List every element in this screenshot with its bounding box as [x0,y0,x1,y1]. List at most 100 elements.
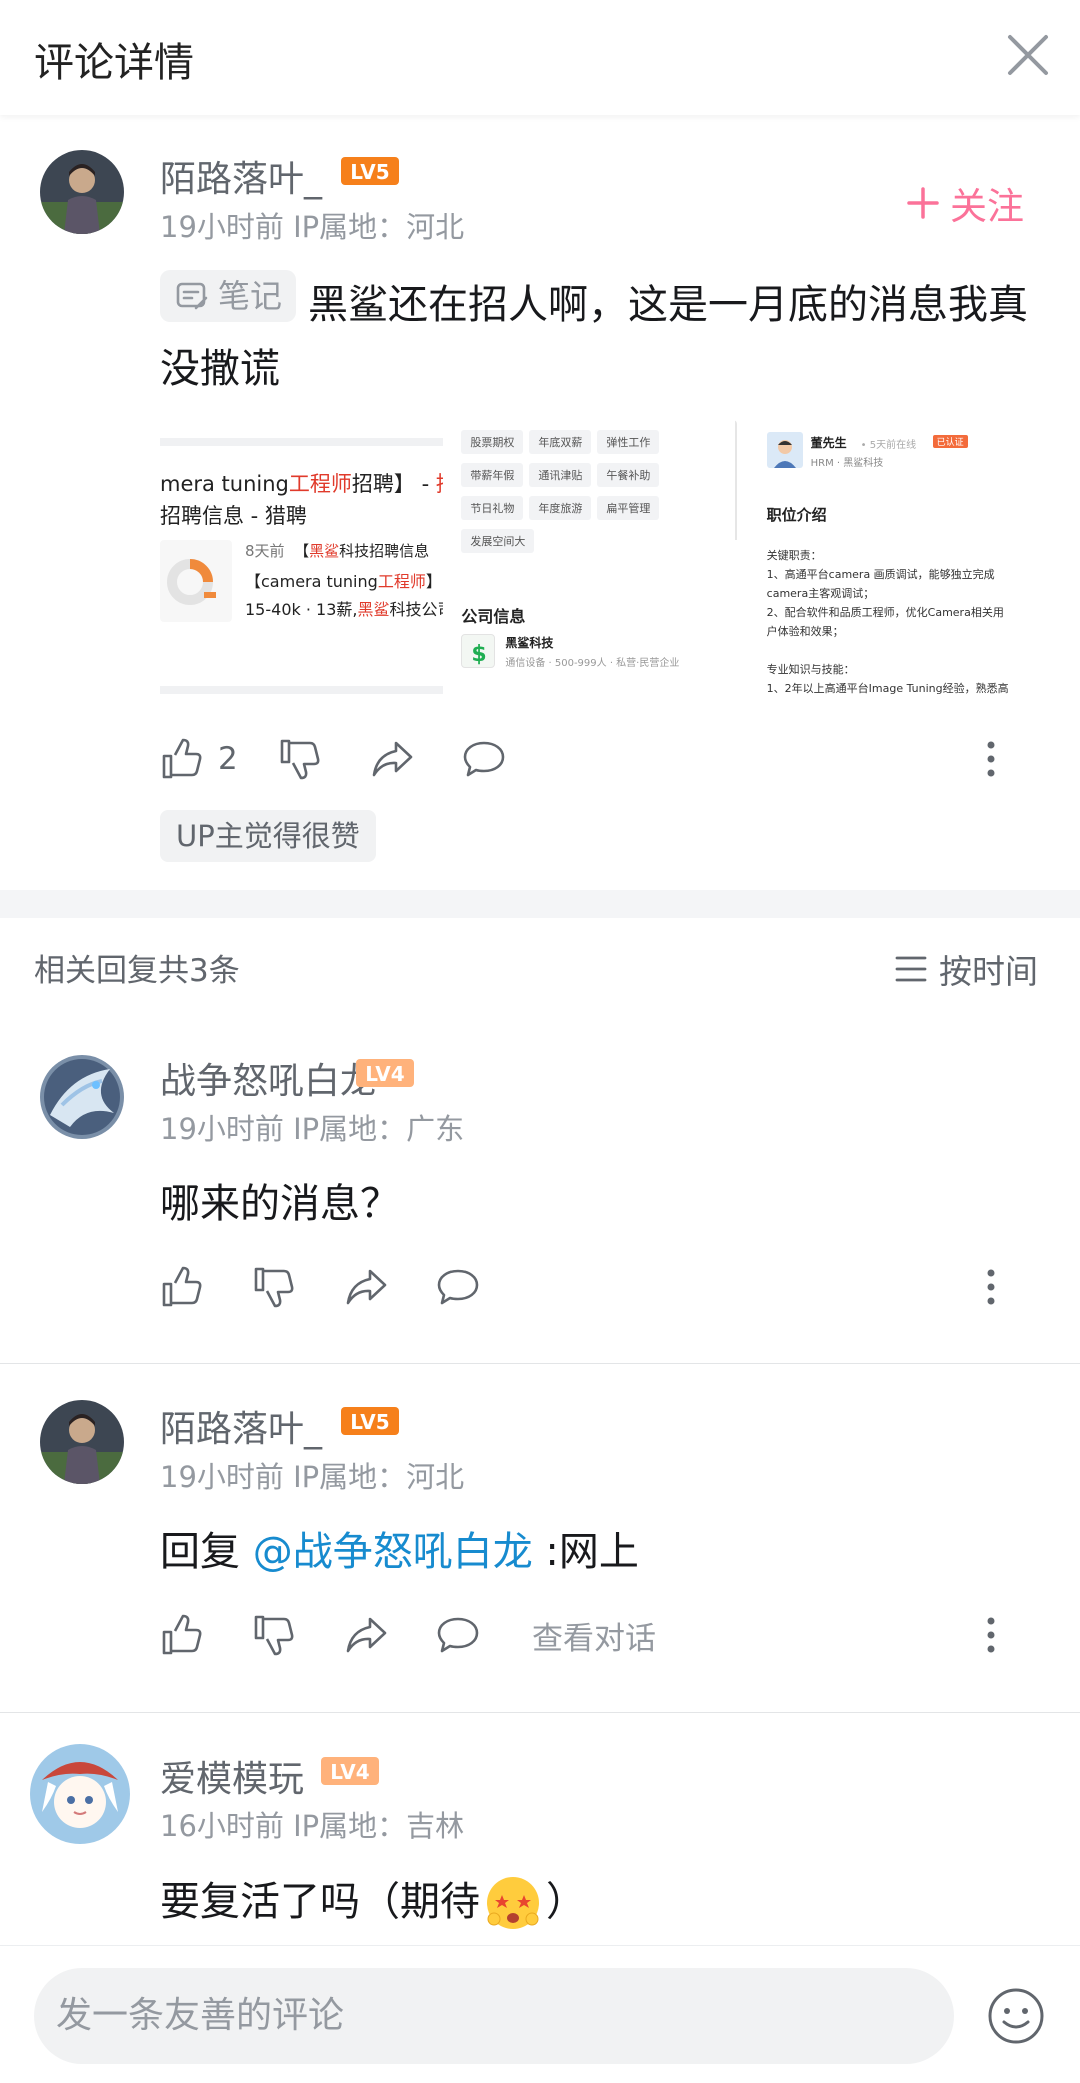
comment-images: mera tuning工程师招聘】 - 招 招聘信息 - 猎聘 8天前 【黑鲨科… [160,420,1030,698]
like-button[interactable]: 2 [160,737,238,781]
username[interactable]: 陌路落叶_ [160,150,322,202]
comment-text: 回复 @战争怒吼白龙 :网上 [160,1529,639,1575]
comment-text: 哪来的消息？ [160,1181,400,1227]
comment-input[interactable]: 发一条友善的评论 [34,1968,954,2064]
emoji-icon[interactable] [986,1986,1046,2046]
benefit-tag: 节日礼物 [461,496,524,520]
thumbs-up-icon [162,1614,202,1655]
benefit-tag: 股票期权 [461,430,524,454]
like-button[interactable] [160,1265,204,1309]
jd-line [767,641,1027,660]
share-button[interactable] [344,1265,388,1309]
jd-line: 1、2年以上高通平台Image Tuning经验，熟悉高 [766,682,1009,695]
divider [0,1712,1080,1713]
jd-line: 1、高通平台camera 画质调试，能够独立完成 [766,568,995,581]
level-badge-lv4: LV4 [356,1059,414,1087]
comment-meta: 19小时前 IP属地：河北 [160,1460,465,1494]
sort-label: 按时间 [939,952,1038,991]
share-icon [346,1269,387,1305]
avatar[interactable] [40,1400,124,1484]
comment-icon [437,1269,479,1305]
benefit-tag: 通讯津贴 [529,463,592,487]
comment-composer: 发一条友善的评论 [0,1945,1080,2083]
hr-avatar [773,440,796,468]
comment-meta: 16小时前 IP属地：吉林 [160,1809,465,1843]
avatar[interactable] [40,150,124,234]
more-icon[interactable] [976,734,1006,784]
thumbs-down-icon [254,1615,294,1656]
note-tag[interactable]: 笔记 [160,270,297,322]
thumbs-down-icon [280,739,320,780]
comment-icon [437,1617,479,1653]
like-button[interactable] [160,1613,204,1657]
like-count: 2 [218,741,238,777]
benefit-tag: 弹性工作 [597,430,660,454]
svg-text:LV5: LV5 [350,1410,389,1434]
share-icon [372,741,413,777]
image-company-benefits[interactable]: 股票期权 年底双薪 弹性工作带薪年假 通讯津贴 午餐补助节日礼物 年度旅游 扁平管理发展空间… [453,420,737,698]
benefit-tag: 扁平管理 [597,496,660,520]
image-job-description[interactable]: 董先生 • 5天前在线 已认证 HRM · 黑鲨科技 职位介绍 关键职责： 1、高… [746,420,1030,698]
section-divider [0,890,1080,918]
jd-line: 户体验和效果； [766,625,844,638]
username[interactable]: 陌路落叶_ [160,1400,322,1452]
follow-label: 关注 [950,185,1024,228]
svg-text:LV4: LV4 [365,1062,404,1086]
comment-actions: 查看对话 [160,1610,656,1660]
thumbs-up-icon [162,1266,202,1307]
up-liked-badge: UP主觉得很赞 [160,810,376,862]
avatar[interactable] [40,1055,124,1139]
more-icon[interactable] [976,1610,1006,1660]
sort-button[interactable]: 按时间 [895,945,1038,993]
jd-line: 专业知识与技能： [766,663,855,676]
comment-actions [160,1262,528,1312]
follow-button[interactable]: 关注 [906,176,1024,230]
benefit-tag: 年底双薪 [529,430,592,454]
benefit-tag: 午餐补助 [597,463,660,487]
comment-meta: 19小时前 IP属地：广东 [160,1112,465,1146]
share-icon [346,1617,387,1653]
benefit-tag: 发展空间大 [461,529,535,553]
share-button[interactable] [370,737,414,781]
excited-emoji-icon [487,1877,539,1929]
replies-count: 相关回复共3条 [34,953,240,989]
jd-line: 关键职责： [766,549,822,562]
plus-icon [907,187,939,219]
note-tag-label: 笔记 [218,277,283,315]
dislike-button[interactable] [278,737,322,781]
comment-actions: 2 [160,734,554,784]
comment-icon [463,741,505,777]
benefit-tag: 年度旅游 [529,496,592,520]
reply-button[interactable] [436,1613,480,1657]
level-badge-lv5: LV5 [341,1407,399,1435]
divider [0,1363,1080,1364]
reply-button[interactable] [462,737,506,781]
jd-line: camera主客观调试； [766,587,875,600]
comment-text: 要复活了吗（期待 ） [160,1870,586,1934]
list-icon [895,956,927,982]
view-conversation-link[interactable]: 查看对话 [532,1613,656,1658]
thumbs-up-icon [162,738,202,779]
level-badge-lv5: LV5 [341,157,399,185]
page-title: 评论详情 [34,40,194,86]
reply-button[interactable] [436,1265,480,1309]
svg-text:LV5: LV5 [350,160,389,184]
jd-line: 2、配合软件和品质工程师，优化Camera相关用 [766,606,1004,619]
close-icon[interactable] [1005,32,1051,78]
dislike-button[interactable] [252,1265,296,1309]
dislike-button[interactable] [252,1613,296,1657]
mention-link[interactable]: @战争怒吼白龙 [253,1529,533,1575]
svg-text:LV4: LV4 [330,1760,369,1784]
benefit-tag: 带薪年假 [461,463,524,487]
avatar[interactable] [28,1742,132,1846]
comment-text-block: 笔记 黑鲨还在招人啊，这是一月底的消息我真没撒谎 [160,270,1045,401]
note-icon [176,282,208,310]
username[interactable]: 爱模模玩 [160,1750,304,1802]
more-icon[interactable] [976,1262,1006,1312]
share-button[interactable] [344,1613,388,1657]
svg-text:$: $ [472,642,487,667]
username[interactable]: 战争怒吼白龙 [160,1052,376,1104]
company-logo: $ [472,642,487,667]
thumbs-down-icon [254,1267,294,1308]
image-job-listing[interactable]: mera tuning工程师招聘】 - 招 招聘信息 - 猎聘 8天前 【黑鲨科… [160,420,444,698]
